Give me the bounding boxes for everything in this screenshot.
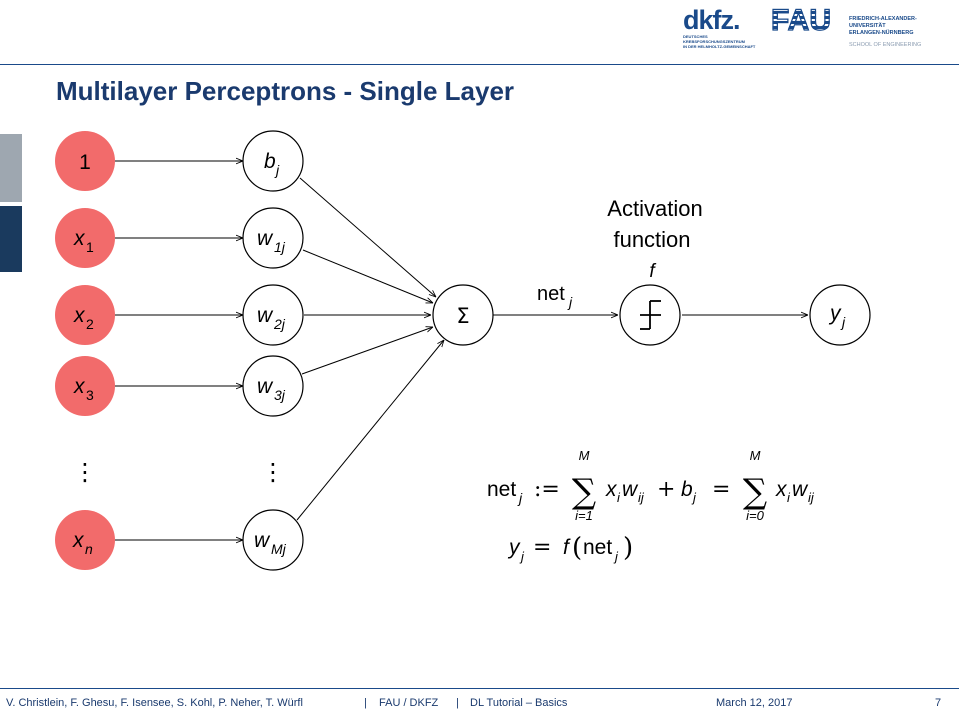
- arrow-weight-4: [301, 327, 433, 375]
- eq1-w2: w: [792, 478, 809, 501]
- eq2-net: net: [583, 536, 612, 559]
- eq1-w: w: [622, 478, 639, 501]
- input-node-1: 1: [55, 131, 115, 191]
- weight-node-bias-label: b: [264, 150, 276, 173]
- eq1-net: net: [487, 478, 516, 501]
- weight-node-wM: w Mj: [242, 509, 304, 571]
- eq2-net-sub: j: [613, 549, 619, 564]
- eq1-equals: =: [712, 477, 730, 502]
- input-node-x1: x 1: [55, 208, 115, 268]
- weight-node-w3-label: w: [257, 375, 274, 398]
- activation-label-line-2: function: [613, 227, 690, 252]
- weight-node-bias: b j: [242, 130, 304, 192]
- eq1-sum2-sigma-icon: ∑: [743, 472, 767, 512]
- footer-separator-1: |: [364, 697, 367, 709]
- weight-ellipsis: ⋮: [261, 458, 285, 486]
- eq1-x-sub: i: [617, 490, 621, 505]
- activation-f-label: f: [649, 261, 656, 282]
- input-ellipsis: ⋮: [73, 458, 97, 486]
- eq1-x2-sub: i: [787, 490, 791, 505]
- input-node-x3: x 3: [55, 356, 115, 416]
- eq2-equals: =: [533, 535, 551, 560]
- weight-node-wM-sub: Mj: [271, 541, 287, 557]
- eq1-net-sub: j: [517, 490, 523, 506]
- eq1-sum1-sigma-icon: ∑: [572, 472, 596, 512]
- footer-divider: [0, 688, 959, 689]
- weight-node-w1-label: w: [257, 227, 274, 250]
- eq1-sum2-upper: M: [750, 448, 761, 463]
- footer-date: March 12, 2017: [716, 697, 793, 709]
- output-node: y j: [809, 284, 871, 346]
- input-node-x1-sub: 1: [86, 239, 94, 255]
- eq2-y-sub: j: [519, 549, 525, 564]
- input-node-xn: x n: [55, 510, 115, 570]
- weight-node-w1: w 1j: [242, 207, 304, 269]
- eq1-sum1-upper: M: [579, 448, 590, 463]
- eq1-assign: :=: [534, 477, 560, 502]
- input-node-x2-label: x: [73, 304, 86, 327]
- weight-node-w2-label: w: [257, 304, 274, 327]
- input-node-x2-sub: 2: [86, 316, 94, 332]
- activation-node: [619, 284, 681, 346]
- input-node-1-label: 1: [79, 151, 91, 174]
- activation-label-line-1: Activation: [607, 196, 702, 221]
- arrow-weight-1: [299, 177, 436, 297]
- eq1-w2-sub: ij: [808, 490, 815, 505]
- net-label: net: [537, 283, 565, 305]
- equation-output: y j = f ( net j ): [507, 533, 633, 564]
- footer-course: DL Tutorial – Basics: [470, 697, 568, 709]
- weight-node-w2: w 2j: [242, 284, 304, 346]
- input-node-xn-sub: n: [85, 541, 93, 557]
- eq2-paren-close: ): [623, 533, 633, 563]
- perceptron-diagram: 1 x 1 x 2 x 3 ⋮ x n b j w 1j w 2j w 3j ⋮…: [55, 130, 871, 571]
- footer-page-number: 7: [935, 697, 942, 709]
- eq1-sum1-lower: i=1: [575, 508, 593, 523]
- footer-org: FAU / DKFZ: [379, 697, 439, 709]
- eq2-f: f: [563, 536, 571, 559]
- input-node-xn-label: x: [72, 529, 85, 552]
- eq1-b: b: [681, 478, 693, 501]
- weight-node-w3-sub: 3j: [274, 387, 286, 403]
- sum-node: Σ: [432, 284, 494, 346]
- eq2-y: y: [507, 536, 521, 559]
- input-node-x1-label: x: [73, 227, 86, 250]
- eq1-sum2-lower: i=0: [746, 508, 764, 523]
- input-node-x2: x 2: [55, 285, 115, 345]
- eq2-paren-open: (: [572, 533, 582, 563]
- net-label-sub: j: [567, 294, 573, 310]
- equation-net: net j := M ∑ i=1 x i w ij + b j = M ∑ i=…: [487, 448, 815, 523]
- weight-node-wM-label: w: [254, 529, 271, 552]
- eq1-plus: +: [657, 477, 675, 502]
- weight-node-w3: w 3j: [242, 355, 304, 417]
- weight-node-w2-sub: 2j: [273, 316, 286, 332]
- input-node-x3-sub: 3: [86, 387, 94, 403]
- weight-node-w1-sub: 1j: [274, 239, 286, 255]
- eq1-w-sub: ij: [638, 490, 645, 505]
- footer-separator-2: |: [456, 697, 459, 709]
- output-label: y: [828, 302, 842, 325]
- footer-authors: V. Christlein, F. Ghesu, F. Isensee, S. …: [6, 697, 303, 709]
- sum-symbol: Σ: [456, 304, 469, 328]
- input-node-x3-label: x: [73, 375, 86, 398]
- arrow-weight-2: [302, 249, 433, 304]
- arrow-weight-n: [296, 340, 444, 521]
